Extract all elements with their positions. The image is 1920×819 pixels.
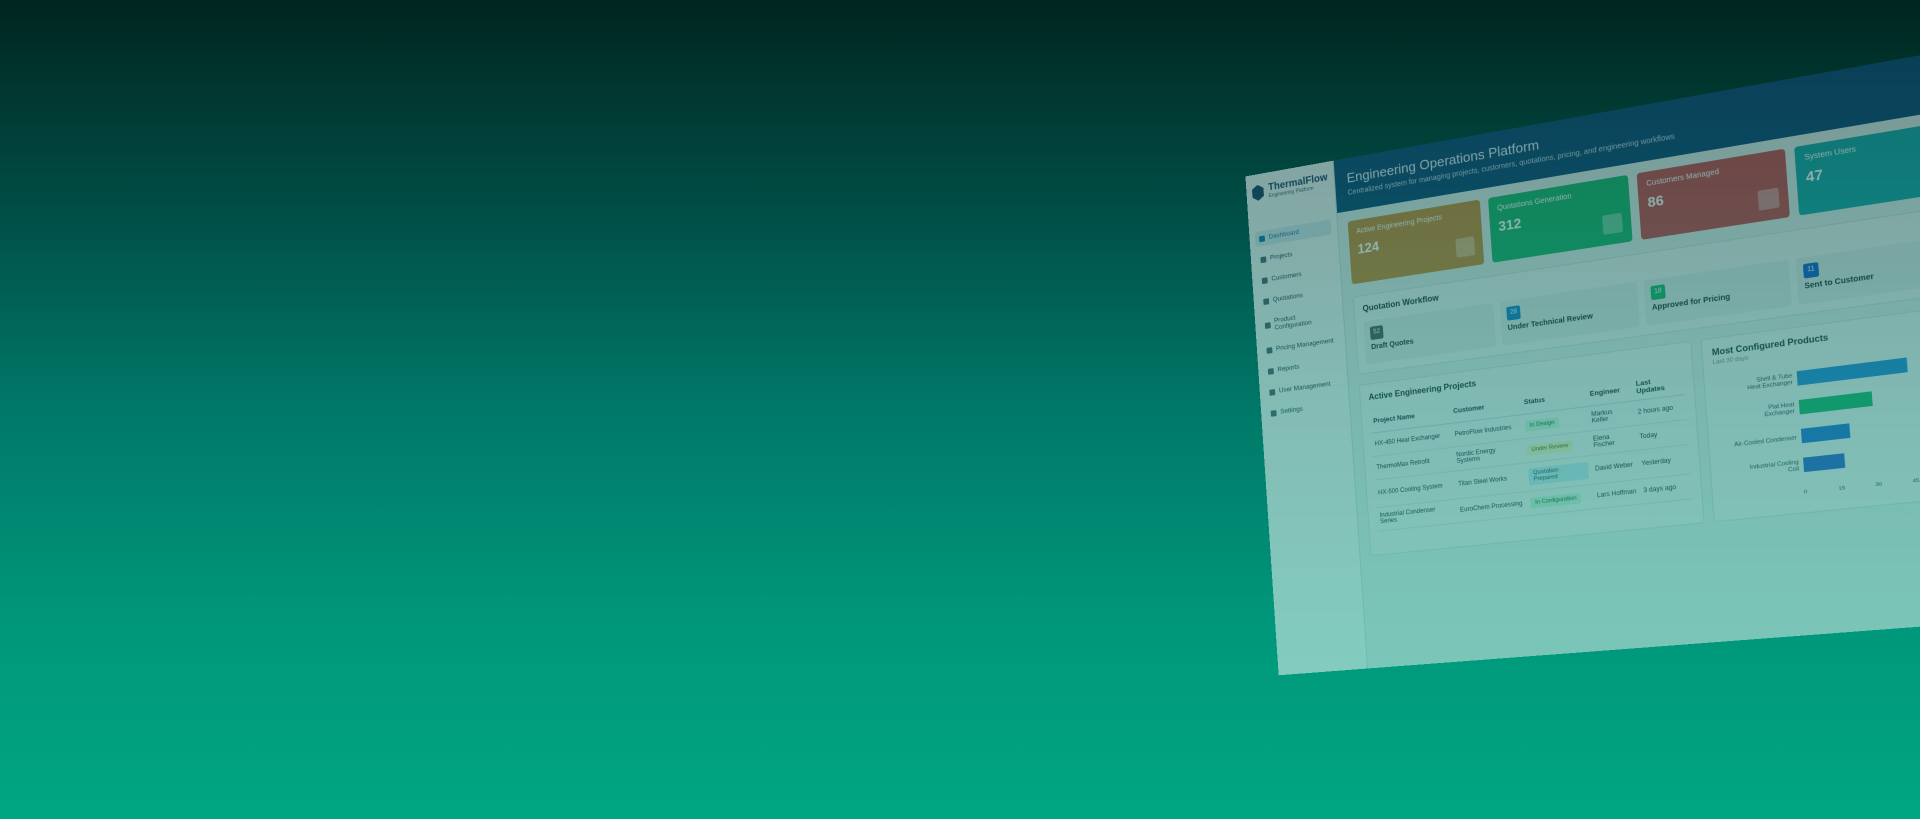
bar[interactable] [1797,357,1908,385]
sidebar-item-label: Product Configuration [1274,309,1334,332]
sidebar-item-label: Customers [1271,271,1302,283]
sidebar-item-label: Dashboard [1268,229,1299,241]
status-badge: Quotation Prepared [1529,462,1590,486]
sidebar-item-user-management[interactable]: User Management [1265,375,1342,400]
status-badge: In Design [1525,417,1559,432]
workflow-count: 28 [1506,305,1521,321]
category-label: Air-Cooled Condenser [1734,435,1797,449]
dashboard-window: ThermalFlow Engineering Platform Dashboa… [1245,48,1920,675]
config-icon [1265,322,1271,329]
user-gear-icon [1269,389,1275,396]
projects-panel: Active Engineering Projects Project Name… [1359,341,1705,557]
stat-card[interactable]: Quotations Generation 312 [1488,175,1633,263]
last-updated: 3 days ago [1639,474,1693,504]
workflow-count: 18 [1650,284,1665,300]
bar[interactable] [1799,391,1873,414]
bar[interactable] [1803,453,1845,472]
chart-panel: Most Configured Products Last 30 days Sh… [1701,304,1920,522]
x-tick-label: 15 [1839,485,1846,493]
stat-card[interactable]: Active Engineering Projects 124 [1348,200,1485,285]
workflow-label: Under Technical Review [1507,307,1632,332]
engineer-name: Lars Hoffman [1593,479,1641,509]
gear-icon [1271,410,1277,417]
sidebar-item-label: Settings [1280,406,1303,416]
sidebar-item-label: Pricing Management [1276,337,1334,352]
workflow-count: 52 [1370,325,1384,340]
workflow-count: 11 [1803,262,1819,279]
category-label: Industrial CoolingCoil [1750,459,1800,478]
sidebar-item-product-configuration[interactable]: Product Configuration [1260,304,1338,337]
sidebar-item-label: Projects [1270,251,1293,262]
category-label: Plat HeatExchanger [1764,402,1796,419]
products-bar-chart: Shell & TubeHeat Exchanger Plat HeatExcha… [1713,343,1920,509]
main-area: Engineering Operations Platform Centrali… [1334,48,1920,668]
workflow-card[interactable]: 18 Approved for Pricing [1643,260,1792,326]
x-tick-label: 45 [1913,477,1920,485]
sidebar-item-settings[interactable]: Settings [1266,396,1343,421]
workflow-label: Draft Quotes [1371,328,1489,352]
sidebar-item-label: Quotations [1273,292,1304,304]
status-badge: Under Review [1527,440,1573,456]
workflow-label: Sent to Customer [1804,263,1920,290]
workflow-card[interactable]: 28 Under Technical Review [1499,282,1639,346]
stat-icon [1757,188,1779,211]
sidebar-nav: Dashboard Projects Customers Quotations Prod… [1255,219,1344,421]
workflow-card[interactable]: 52 Draft Quotes [1363,303,1496,365]
logo-icon [1252,184,1264,202]
home-icon [1259,235,1265,242]
sidebar-item-label: Reports [1277,363,1299,373]
report-icon [1268,368,1274,375]
users-icon [1262,277,1268,284]
brand[interactable]: ThermalFlow Engineering Platform [1252,172,1329,202]
sidebar-item-label: User Management [1279,381,1331,395]
stat-card[interactable]: Customers Managed 86 [1637,149,1790,240]
bar[interactable] [1801,423,1851,443]
workflow-label: Approved for Pricing [1652,286,1784,312]
stat-icon [1602,213,1623,235]
file-icon [1260,256,1266,263]
tag-icon [1266,347,1272,354]
x-tick-label: 30 [1875,481,1883,489]
stat-icon [1455,236,1475,258]
background-stage: ThermalFlow Engineering Platform Dashboa… [0,0,1920,819]
x-tick-label: 0 [1804,488,1808,495]
document-icon [1263,298,1269,305]
category-label: Shell & TubeHeat Exchanger [1747,373,1794,392]
status-badge: In Configuration [1531,493,1582,509]
stat-card[interactable]: System Users 47 [1794,121,1920,216]
